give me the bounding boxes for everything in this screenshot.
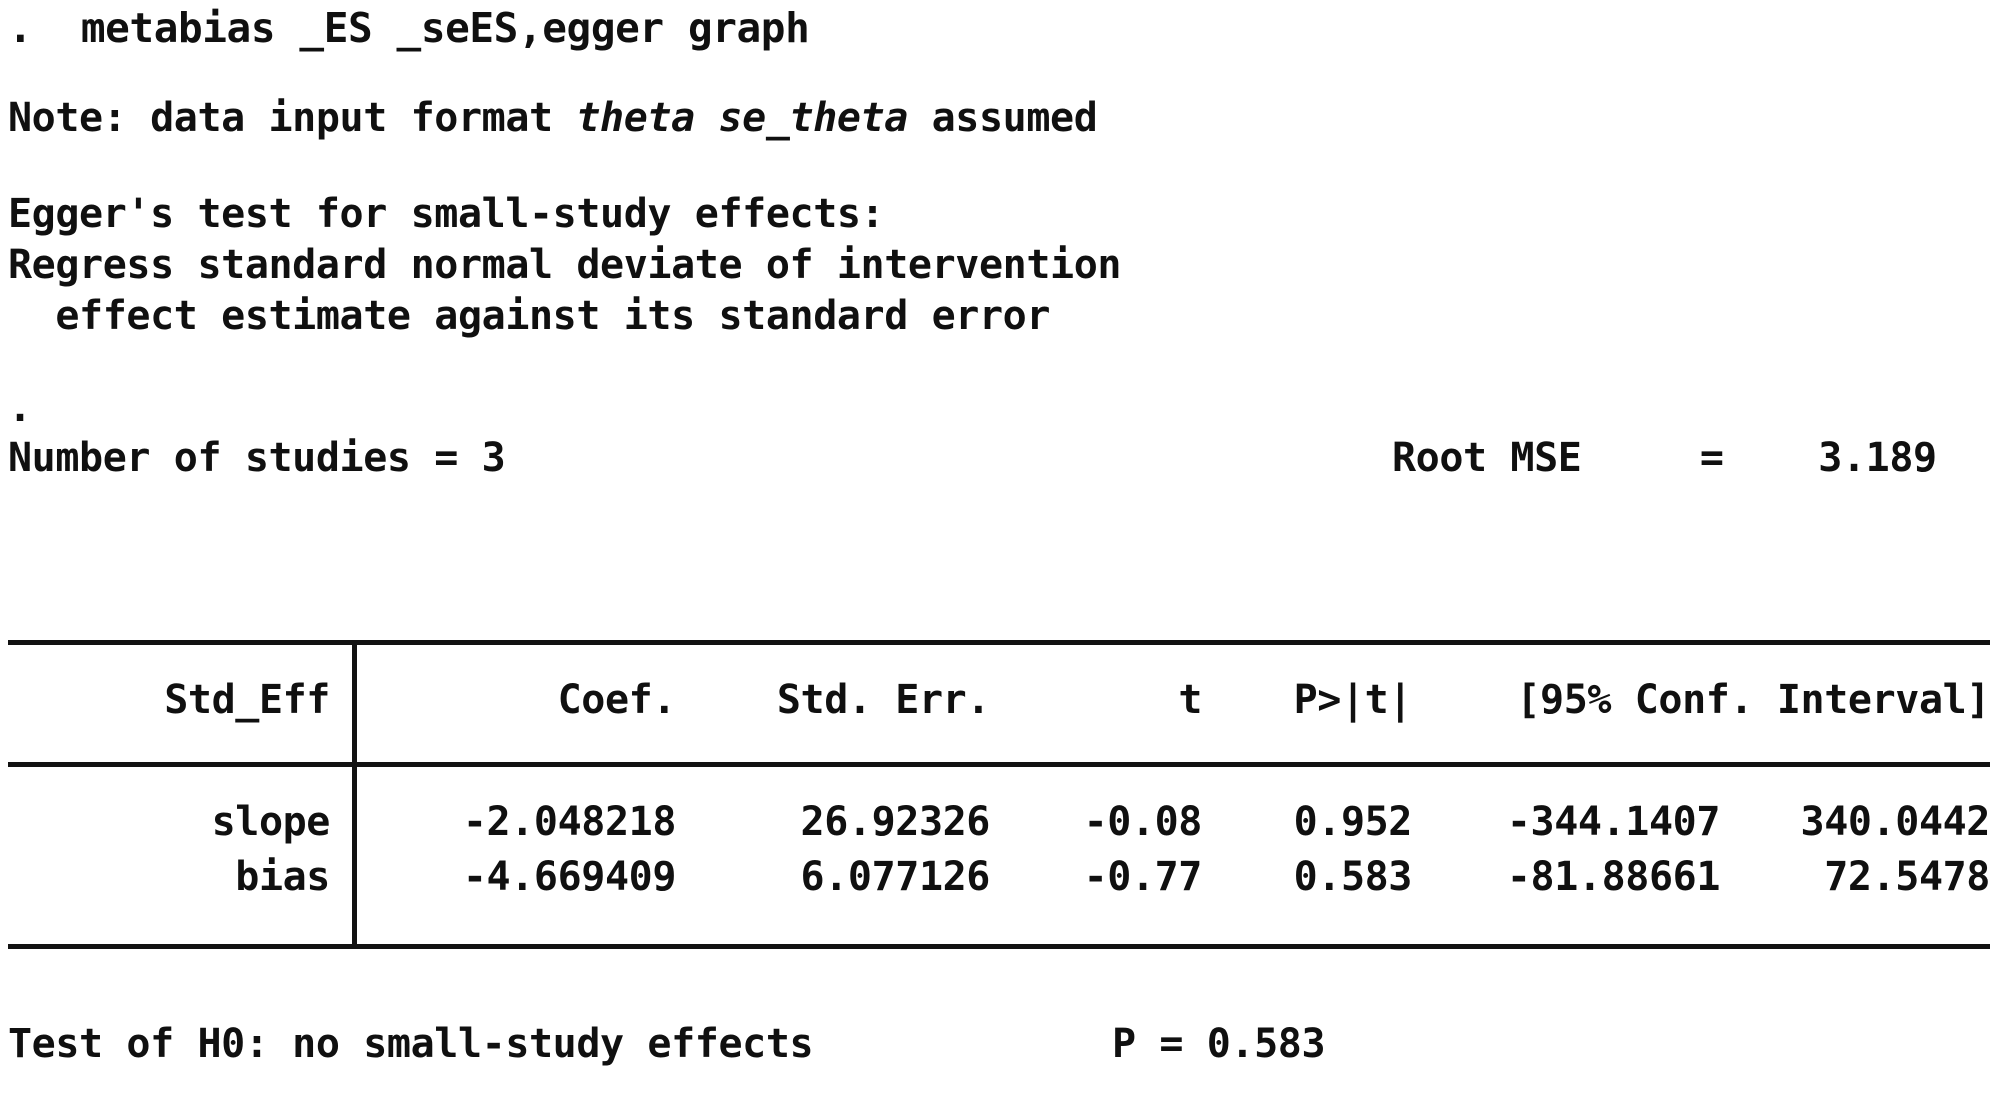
table-row-bias-t: -0.77 [1083, 854, 1203, 900]
stata-console-output: . metabias _ES _seES,egger graph Note: d… [0, 0, 2000, 1111]
table-row-slope-ci-high: 340.0442 [1800, 799, 1991, 845]
column-header-conf-interval: [95% Conf. Interval] [1516, 677, 1990, 723]
column-header-std-eff: Std_Eff [164, 677, 330, 723]
table-row-bias-ci-low: -81.88661 [1506, 854, 1721, 900]
hypothesis-test-label: Test of H0: no small-study effects [8, 1021, 814, 1067]
column-header-std-err: Std. Err. [776, 677, 991, 723]
table-row-slope-label: slope [211, 799, 331, 845]
table-row-bias-coef: -4.669409 [462, 854, 677, 900]
table-row-bias-ci-high: 72.5478 [1824, 854, 1990, 900]
hypothesis-test-p-value: P = 0.583 [1112, 1021, 1326, 1067]
table-row-slope-std-err: 26.92326 [800, 799, 991, 845]
table-row-bias-label: bias [235, 854, 330, 900]
table-row-slope-coef: -2.048218 [462, 799, 677, 845]
table-row-slope-p-value: 0.952 [1293, 799, 1413, 845]
table-row-slope-t: -0.08 [1083, 799, 1203, 845]
table-row-slope-ci-low: -344.1407 [1506, 799, 1721, 845]
regression-results-table: Std_Eff Coef. Std. Err. t P>|t| [95% Con… [0, 0, 2000, 1111]
column-header-t: t [1178, 677, 1202, 723]
table-row-bias-std-err: 6.077126 [800, 854, 991, 900]
column-header-coef: Coef. [557, 677, 677, 723]
table-row-bias-p-value: 0.583 [1293, 854, 1413, 900]
